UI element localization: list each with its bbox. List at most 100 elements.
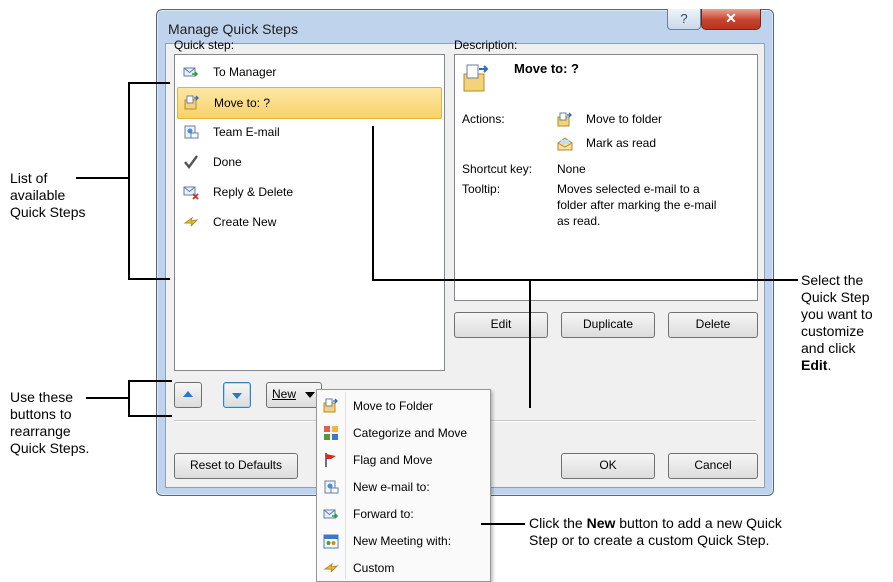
list-item-label: Reply & Delete [213, 185, 294, 199]
callout-line: Quick Steps. [10, 440, 90, 456]
menu-item-new-meeting-with[interactable]: New Meeting with: [319, 528, 488, 554]
arrow-down-icon [232, 393, 242, 399]
callout-text: Click the [529, 515, 587, 531]
new-email-icon [324, 480, 339, 494]
callout-bold: New [586, 515, 616, 531]
move-folder-icon [557, 112, 572, 127]
list-item-label: Team E-mail [213, 125, 280, 139]
shortcut-key-value: None [557, 162, 586, 176]
list-item-selected[interactable]: Move to: ? [177, 87, 442, 119]
leader-bracket [128, 415, 172, 417]
menu-item-label: Move to Folder [353, 399, 434, 413]
menu-item-new-email-to[interactable]: New e-mail to: [319, 474, 488, 500]
callout-line: Quick Step [801, 289, 870, 305]
menu-item-label: Forward to: [353, 507, 414, 521]
callout-select: Select the Quick Step you want to custom… [801, 272, 873, 374]
edit-button[interactable]: Edit [454, 312, 548, 338]
forward-mail-icon [183, 67, 199, 77]
meeting-icon [323, 534, 339, 549]
menu-item-forward-to[interactable]: Forward to: [319, 501, 488, 527]
checkmark-icon [184, 155, 198, 169]
create-new-icon [183, 216, 199, 227]
help-button[interactable]: ? [667, 9, 701, 30]
menu-item-label: New Meeting with: [353, 534, 452, 548]
callout-line: customize [801, 323, 865, 339]
callout-text: button to add a new Quick [615, 515, 782, 531]
description-label: Description: [454, 38, 518, 52]
menu-item-label: New e-mail to: [353, 480, 430, 494]
leader-line [76, 177, 128, 179]
new-quick-step-menu: Move to Folder Categorize and Move Flag … [316, 389, 491, 582]
quick-step-list[interactable]: To Manager Move to: ? Team E-mail Done R… [174, 54, 445, 371]
action-move-to-folder: Move to folder [586, 112, 663, 126]
move-up-button[interactable] [174, 382, 202, 408]
callout-line: List of [10, 170, 48, 186]
callout-tail: . [827, 357, 832, 373]
move-folder-icon [323, 398, 338, 413]
list-item-label: To Manager [213, 65, 277, 79]
ok-button[interactable]: OK [561, 453, 655, 479]
menu-item-label: Flag and Move [353, 453, 433, 467]
leader-line [529, 279, 531, 408]
menu-item-label: Categorize and Move [353, 426, 468, 440]
leader-bracket [128, 82, 130, 279]
list-item[interactable]: Reply & Delete [177, 177, 440, 207]
team-email-icon [184, 125, 199, 139]
callout-line: available [10, 187, 66, 203]
description-title: Move to: ? [514, 61, 579, 76]
flag-icon [325, 453, 336, 467]
callout-line: Click the New button to add a new Quick [529, 515, 782, 532]
move-folder-large-icon [463, 64, 489, 92]
reset-to-defaults-button[interactable]: Reset to Defaults [174, 453, 298, 479]
description-panel: Move to: ? Actions: Move to folder Mark … [454, 54, 758, 301]
actions-label: Actions: [462, 112, 505, 126]
list-item[interactable]: Done [177, 147, 440, 177]
categorize-icon [324, 426, 338, 440]
new-button[interactable]: New [266, 382, 322, 408]
list-item-label: Done [213, 155, 242, 169]
callout-list: List of available Quick Steps [10, 170, 85, 221]
leader-line [481, 523, 525, 525]
leader-line [372, 279, 798, 281]
new-button-label: New [272, 387, 297, 401]
duplicate-button[interactable]: Duplicate [561, 312, 655, 338]
list-item[interactable]: To Manager [177, 57, 440, 87]
callout-line-last: Edit. [801, 357, 873, 374]
close-button[interactable]: ✕ [701, 9, 761, 30]
dialog-title: Manage Quick Steps [168, 21, 298, 37]
tooltip-line: Moves selected e-mail to a [557, 182, 700, 196]
shortcut-key-label: Shortcut key: [462, 162, 532, 176]
mark-as-read-icon [557, 137, 573, 151]
callout-new: Click the New button to add a new Quick … [529, 515, 782, 549]
leader-bracket [128, 278, 170, 280]
leader-bracket [128, 82, 170, 84]
leader-line [372, 126, 374, 281]
menu-item-custom[interactable]: Custom [319, 555, 488, 581]
move-folder-icon [184, 95, 199, 110]
shortcut-key-label-text: Shortcut key: [462, 162, 533, 176]
callout-line: Step or to create a custom Quick Step. [529, 532, 770, 548]
list-item[interactable]: Team E-mail [177, 117, 440, 147]
leader-bracket [128, 380, 130, 417]
tooltip-line: as read. [557, 214, 601, 228]
callout-line: you want to [801, 306, 873, 322]
list-item-label: Create New [213, 215, 277, 229]
callout-line: Select the [801, 272, 864, 288]
menu-item-categorize-and-move[interactable]: Categorize and Move [319, 420, 488, 446]
list-item[interactable]: Create New [177, 207, 440, 237]
menu-item-flag-and-move[interactable]: Flag and Move [319, 447, 488, 473]
cancel-button[interactable]: Cancel [668, 453, 758, 479]
list-item-label: Move to: ? [214, 96, 271, 110]
delete-button[interactable]: Delete [668, 312, 758, 338]
move-down-button[interactable] [223, 382, 251, 408]
leader-bracket [128, 380, 172, 382]
callout-rearrange: Use these buttons to rearrange Quick Ste… [10, 389, 89, 457]
menu-item-move-to-folder[interactable]: Move to Folder [319, 393, 488, 419]
tooltip-line: folder after marking the e-mail [557, 198, 717, 212]
leader-line [86, 397, 130, 399]
reply-delete-icon [183, 186, 199, 200]
chevron-down-icon [305, 392, 315, 398]
custom-icon [323, 562, 339, 573]
arrow-up-icon [183, 391, 193, 397]
callout-line: Use these [10, 389, 74, 405]
